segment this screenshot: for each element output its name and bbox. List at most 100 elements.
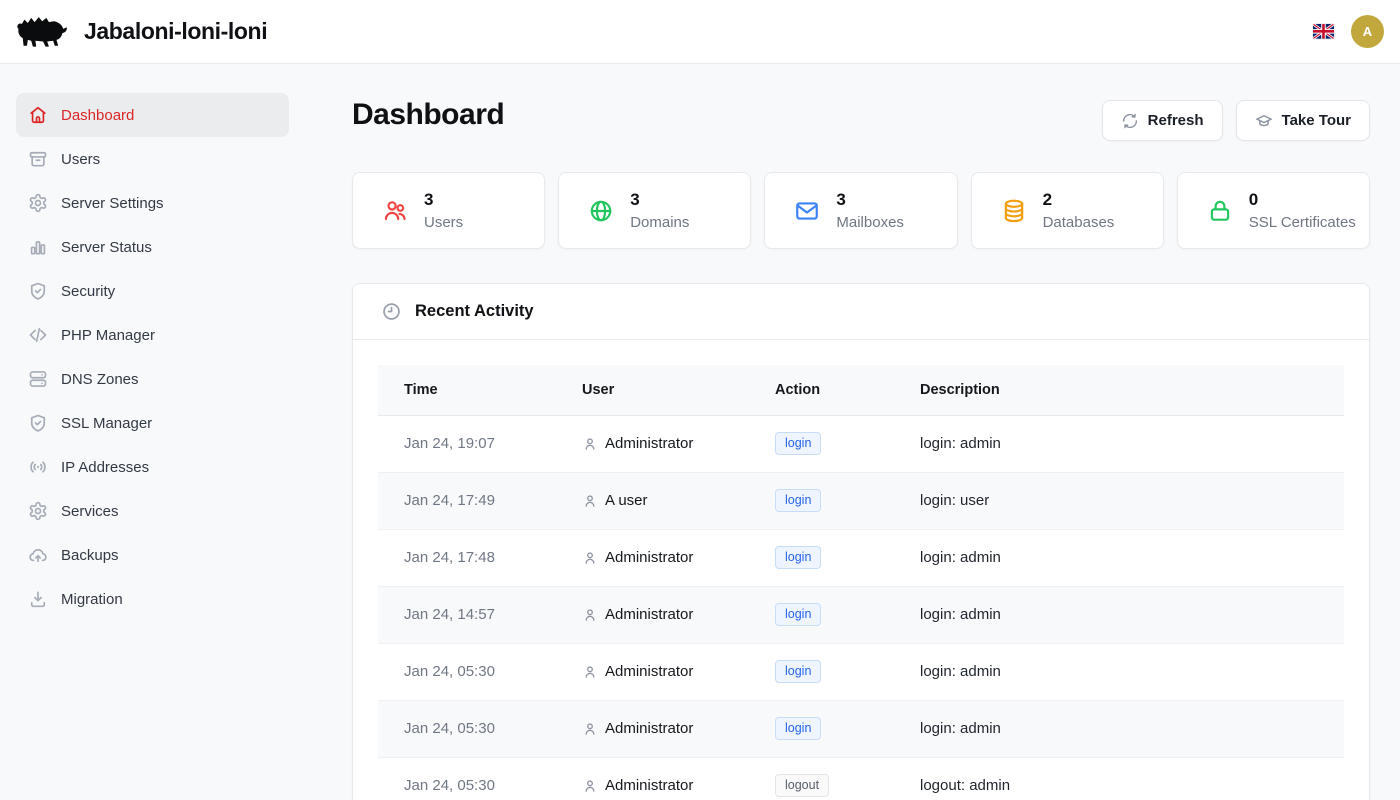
refresh-label: Refresh	[1148, 112, 1204, 129]
download-icon	[28, 589, 48, 609]
stat-label: Mailboxes	[836, 214, 904, 231]
sidebar-item-php-manager[interactable]: PHP Manager	[16, 313, 289, 357]
time-cell: Jan 24, 17:49	[378, 472, 556, 529]
action-cell: login	[749, 529, 894, 586]
action-cell: login	[749, 415, 894, 472]
sidebar-item-label: Migration	[61, 591, 123, 608]
table-row: Jan 24, 19:07 Administrator login login:…	[378, 415, 1344, 472]
sidebar-item-ssl-manager[interactable]: SSL Manager	[16, 401, 289, 445]
users-icon	[382, 198, 408, 224]
sidebar: Dashboard Users Server Settings Server S…	[0, 64, 305, 800]
take-tour-label: Take Tour	[1282, 112, 1351, 129]
uk-flag-icon[interactable]	[1313, 24, 1334, 39]
user-cell: A user	[556, 472, 749, 529]
shield-check-icon	[28, 281, 48, 301]
app-title: Jabaloni-loni-loni	[84, 18, 267, 45]
sidebar-item-dashboard[interactable]: Dashboard	[16, 93, 289, 137]
description-cell: login: admin	[894, 529, 1344, 586]
page-title: Dashboard	[352, 98, 504, 132]
user-name: Administrator	[605, 435, 693, 452]
sidebar-item-ip-addresses[interactable]: IP Addresses	[16, 445, 289, 489]
sidebar-item-dns-zones[interactable]: DNS Zones	[16, 357, 289, 401]
avatar[interactable]: A	[1351, 15, 1384, 48]
table-header-row: TimeUserActionDescription	[378, 365, 1344, 415]
action-cell: login	[749, 586, 894, 643]
gear-icon	[28, 193, 48, 213]
shield-check-icon	[28, 413, 48, 433]
sidebar-item-label: Backups	[61, 547, 119, 564]
boar-logo-icon	[16, 12, 70, 52]
description-cell: logout: admin	[894, 757, 1344, 800]
column-header-action: Action	[749, 365, 894, 415]
person-icon	[582, 664, 598, 680]
description-cell: login: user	[894, 472, 1344, 529]
user-name: A user	[605, 492, 648, 509]
action-badge: login	[775, 432, 821, 455]
sidebar-item-security[interactable]: Security	[16, 269, 289, 313]
recent-activity-card: Recent Activity TimeUserActionDescriptio…	[352, 283, 1370, 800]
user-name: Administrator	[605, 606, 693, 623]
sidebar-item-label: PHP Manager	[61, 327, 155, 344]
table-row: Jan 24, 14:57 Administrator login login:…	[378, 586, 1344, 643]
stat-value: 3	[836, 190, 904, 210]
time-cell: Jan 24, 19:07	[378, 415, 556, 472]
sidebar-item-migration[interactable]: Migration	[16, 577, 289, 621]
stat-label: Users	[424, 214, 463, 231]
code-icon	[28, 325, 48, 345]
action-badge: login	[775, 603, 821, 626]
refresh-button[interactable]: Refresh	[1102, 100, 1223, 141]
take-tour-button[interactable]: Take Tour	[1236, 100, 1370, 141]
sidebar-item-label: Security	[61, 283, 115, 300]
action-cell: login	[749, 700, 894, 757]
time-cell: Jan 24, 05:30	[378, 757, 556, 800]
stat-label: SSL Certificates	[1249, 214, 1356, 231]
stat-card-ssl-certificates: 0 SSL Certificates	[1177, 172, 1370, 249]
topbar: Jabaloni-loni-loni A	[0, 0, 1400, 64]
sidebar-item-users[interactable]: Users	[16, 137, 289, 181]
sidebar-item-services[interactable]: Services	[16, 489, 289, 533]
action-cell: login	[749, 643, 894, 700]
table-row: Jan 24, 05:30 Administrator login login:…	[378, 700, 1344, 757]
stat-value: 3	[424, 190, 463, 210]
sidebar-item-backups[interactable]: Backups	[16, 533, 289, 577]
database-icon	[1001, 198, 1027, 224]
refresh-icon	[1121, 112, 1139, 130]
stat-card-databases: 2 Databases	[971, 172, 1164, 249]
column-header-user: User	[556, 365, 749, 415]
user-name: Administrator	[605, 663, 693, 680]
time-cell: Jan 24, 14:57	[378, 586, 556, 643]
sidebar-item-label: Services	[61, 503, 119, 520]
stat-value: 2	[1043, 190, 1115, 210]
user-cell: Administrator	[556, 757, 749, 800]
person-icon	[582, 550, 598, 566]
user-name: Administrator	[605, 549, 693, 566]
stat-value: 0	[1249, 190, 1356, 210]
toolbar: Refresh Take Tour	[1102, 100, 1370, 141]
stat-card-users: 3 Users	[352, 172, 545, 249]
table-row: Jan 24, 17:49 A user login login: user	[378, 472, 1344, 529]
time-cell: Jan 24, 05:30	[378, 643, 556, 700]
radio-icon	[28, 457, 48, 477]
user-name: Administrator	[605, 720, 693, 737]
sidebar-item-server-settings[interactable]: Server Settings	[16, 181, 289, 225]
time-cell: Jan 24, 17:48	[378, 529, 556, 586]
description-cell: login: admin	[894, 643, 1344, 700]
description-cell: login: admin	[894, 586, 1344, 643]
person-icon	[582, 436, 598, 452]
sidebar-item-label: Dashboard	[61, 107, 134, 124]
sidebar-item-label: Users	[61, 151, 100, 168]
description-cell: login: admin	[894, 700, 1344, 757]
stat-label: Databases	[1043, 214, 1115, 231]
table-row: Jan 24, 05:30 Administrator logout logou…	[378, 757, 1344, 800]
gear-icon	[28, 501, 48, 521]
action-badge: login	[775, 717, 821, 740]
activity-table: TimeUserActionDescription Jan 24, 19:07 …	[378, 365, 1344, 800]
person-icon	[582, 493, 598, 509]
table-row: Jan 24, 05:30 Administrator login login:…	[378, 643, 1344, 700]
user-cell: Administrator	[556, 529, 749, 586]
sidebar-item-label: IP Addresses	[61, 459, 149, 476]
lock-icon	[1207, 198, 1233, 224]
sidebar-item-server-status[interactable]: Server Status	[16, 225, 289, 269]
mail-icon	[794, 198, 820, 224]
person-icon	[582, 721, 598, 737]
